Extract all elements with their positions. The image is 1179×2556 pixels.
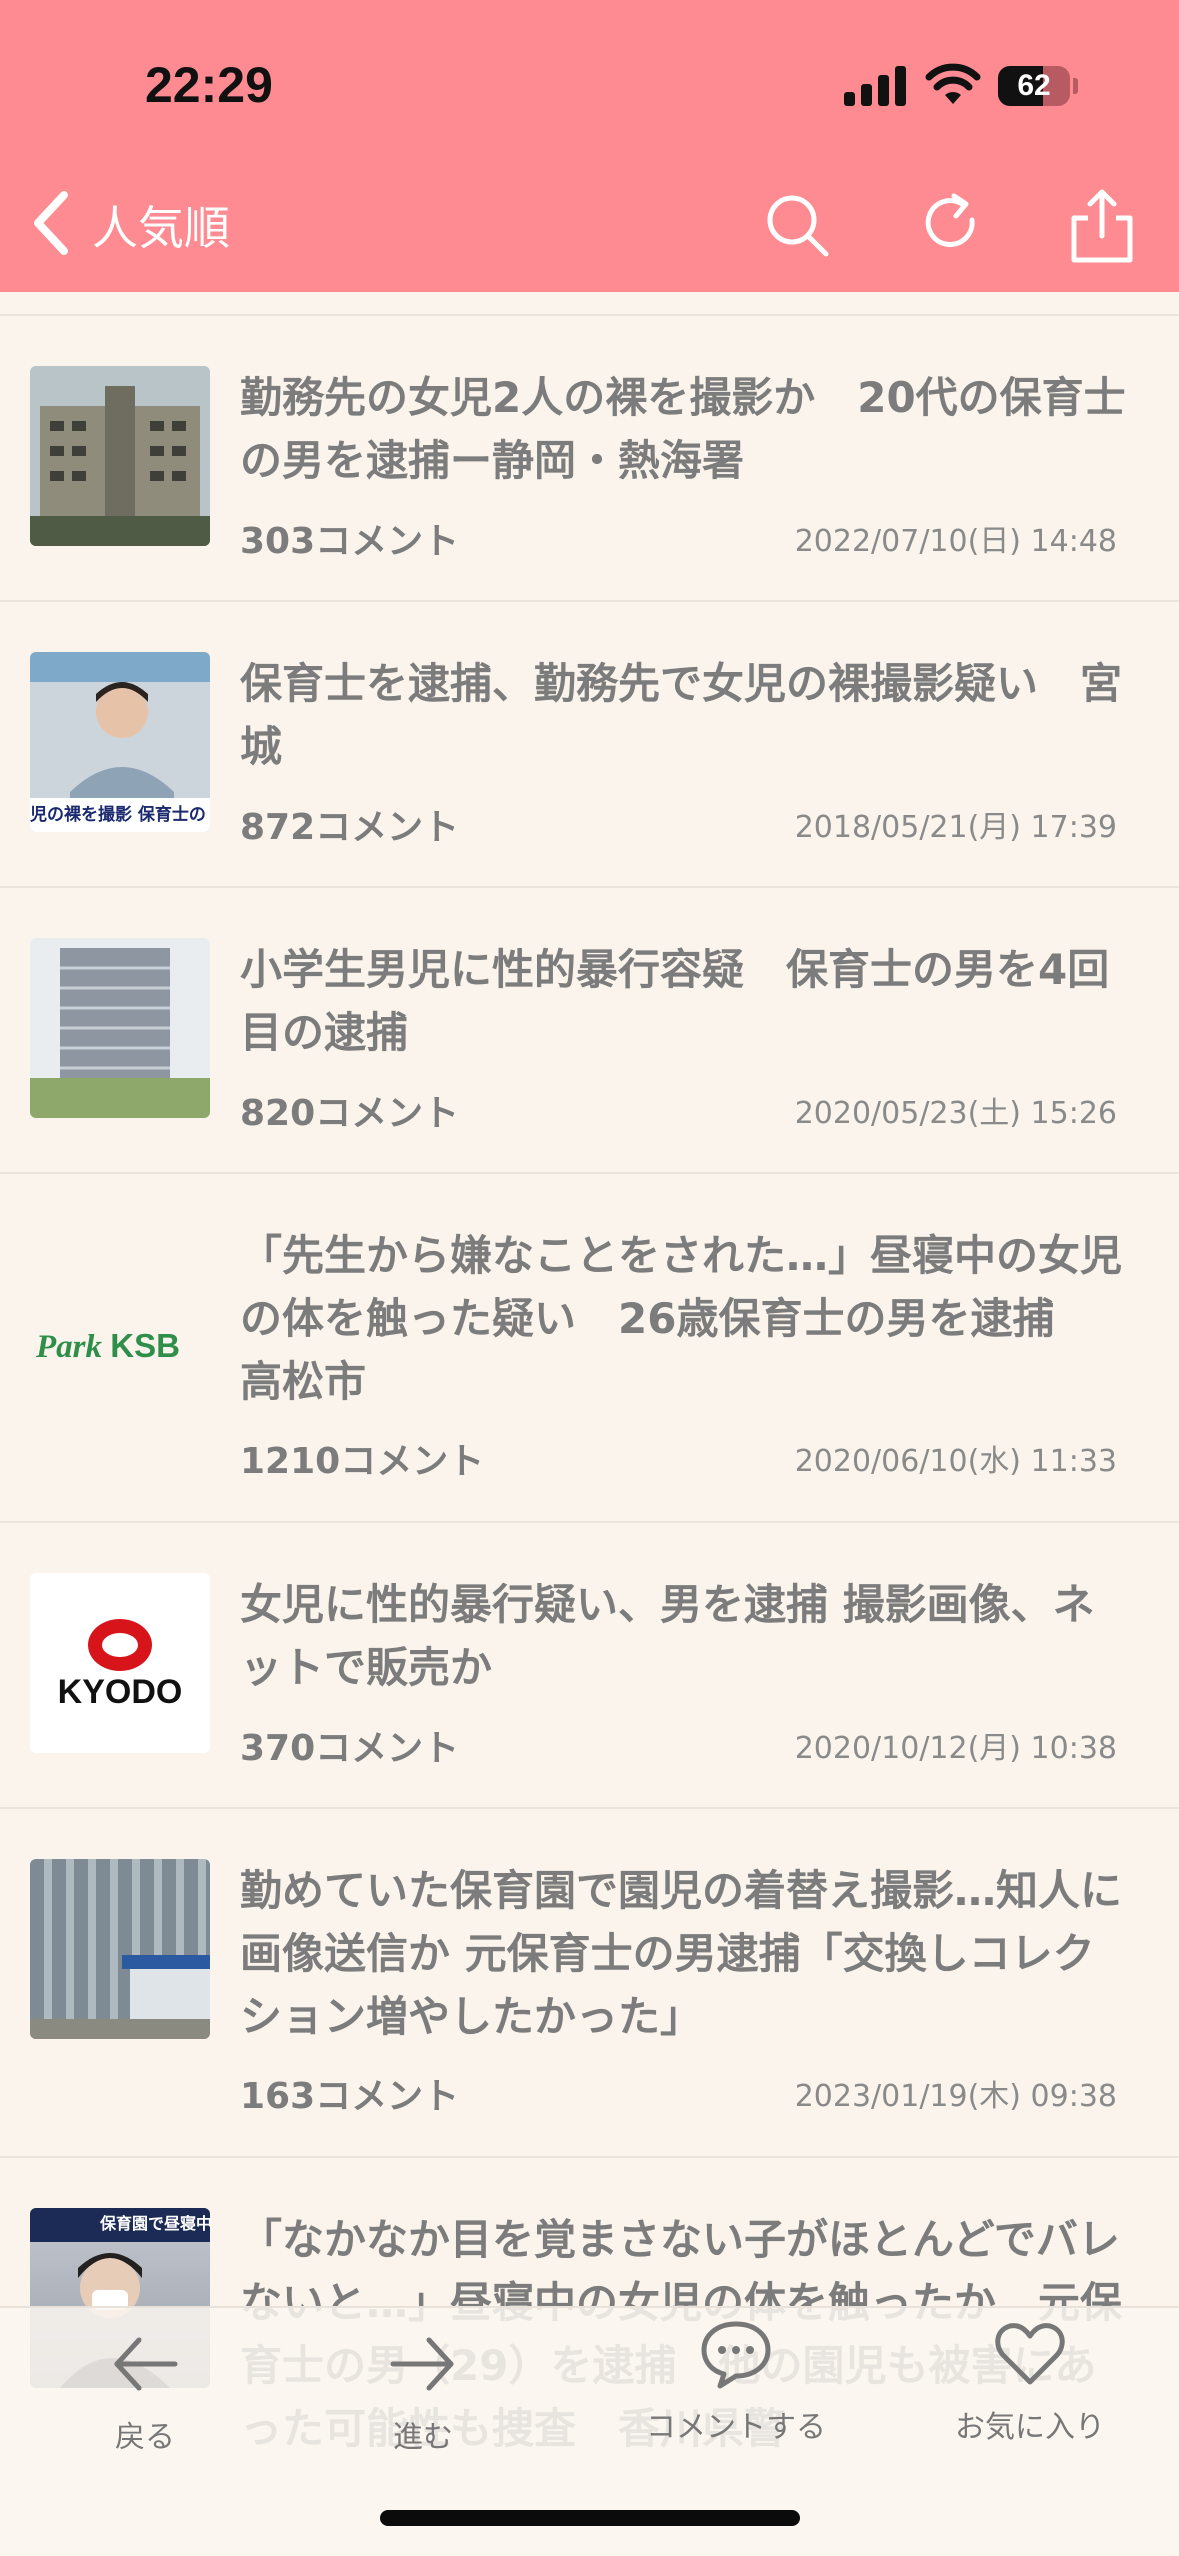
favorite-label: お気に入り: [955, 2410, 1105, 2445]
article-thumbnail: [30, 938, 210, 1118]
list-item[interactable]: 小学生男児に性的暴行容疑 保育士の男を4回目の逮捕 820コメント 2020/0…: [0, 888, 1179, 1174]
comment-label: コメントする: [646, 2410, 826, 2445]
article-title[interactable]: 小学生男児に性的暴行容疑 保育士の男を4回目の逮捕: [240, 938, 1130, 1064]
article-thumbnail: 児の裸を撮影 保育士の: [30, 652, 210, 832]
heart-icon: [995, 2323, 1065, 2385]
list-item[interactable]: Park KSB 「先生から嫌なことをされた…」昼寝中の女児の体を触った疑い 2…: [0, 1174, 1179, 1523]
article-thumbnail: KYODO: [30, 1573, 210, 1753]
battery-tip: [1073, 78, 1078, 94]
article-title[interactable]: 女児に性的暴行疑い、男を逮捕 撮影画像、ネットで販売か: [240, 1573, 1130, 1699]
chevron-left-icon[interactable]: [20, 185, 80, 261]
article-thumbnail: Park KSB: [30, 1259, 210, 1439]
article-title[interactable]: 勤めていた保育園で園児の着替え撮影…知人に画像送信か 元保育士の男逮捕「交換しコ…: [240, 1859, 1130, 2048]
article-title[interactable]: 保育士を逮捕、勤務先で女児の裸撮影疑い 宮城: [240, 652, 1130, 778]
article-thumbnail: [30, 366, 210, 546]
thumbnail-caption: 保育園で昼寝中の女: [100, 2214, 210, 2233]
list-item[interactable]: 勤務先の女児2人の裸を撮影か 20代の保育士の男を逮捕ー静岡・熱海署 303コメ…: [0, 316, 1179, 602]
battery-indicator: 62: [998, 66, 1070, 106]
article-date: 2020/06/10(水) 11:33: [794, 1444, 1117, 1479]
comment-count: 163コメント: [240, 2076, 460, 2117]
logo-text-park: Park: [36, 1329, 102, 1365]
favorite-button[interactable]: お気に入り: [910, 2316, 1150, 2446]
list-item[interactable]: 勤めていた保育園で園児の着替え撮影…知人に画像送信か 元保育士の男逮捕「交換しコ…: [0, 1809, 1179, 2158]
cell-signal-icon: [844, 66, 906, 106]
forward-label: 進む: [393, 2420, 453, 2455]
page-title: 人気順: [92, 201, 230, 255]
article-date: 2018/05/21(月) 17:39: [794, 810, 1117, 845]
arrow-right-icon: [390, 2337, 454, 2391]
share-icon[interactable]: [1064, 186, 1140, 266]
status-time: 22:29: [145, 57, 273, 113]
search-icon[interactable]: [762, 190, 832, 260]
comment-count: 872コメント: [240, 807, 460, 848]
comment-bubble-icon: [701, 2321, 771, 2389]
comment-count: 820コメント: [240, 1093, 460, 1134]
header-bar: 22:29 62 人気順: [0, 0, 1179, 292]
article-date: 2020/10/12(月) 10:38: [794, 1731, 1117, 1766]
article-thumbnail: [30, 1859, 210, 2039]
list-item[interactable]: KYODO 女児に性的暴行疑い、男を逮捕 撮影画像、ネットで販売か 370コメン…: [0, 1523, 1179, 1809]
wifi-icon: [925, 63, 981, 104]
comment-count: 303コメント: [240, 521, 460, 562]
thumbnail-caption: 児の裸を撮影 保育士の: [30, 805, 206, 825]
article-date: 2020/05/23(土) 15:26: [794, 1096, 1117, 1131]
list-item[interactable]: 児の裸を撮影 保育士の 保育士を逮捕、勤務先で女児の裸撮影疑い 宮城 872コメ…: [0, 602, 1179, 888]
battery-percent: 62: [1017, 69, 1051, 102]
comment-count: 370コメント: [240, 1728, 460, 1769]
thumbnail-logo: Park KSB: [36, 1327, 180, 1366]
home-indicator: [380, 2510, 800, 2526]
forward-button[interactable]: 進む: [303, 2326, 543, 2456]
refresh-icon[interactable]: [916, 190, 986, 260]
article-title[interactable]: 勤務先の女児2人の裸を撮影か 20代の保育士の男を逮捕ー静岡・熱海署: [240, 366, 1130, 492]
back-button[interactable]: 戻る: [25, 2326, 265, 2456]
back-label: 戻る: [115, 2420, 175, 2455]
comment-count: 1210コメント: [240, 1441, 485, 1482]
thumbnail-logo-text: KYODO: [57, 1673, 183, 1711]
arrow-left-icon: [114, 2337, 178, 2391]
comment-button[interactable]: コメントする: [616, 2316, 856, 2446]
article-date: 2023/01/19(木) 09:38: [794, 2079, 1117, 2114]
article-title[interactable]: 「先生から嫌なことをされた…」昼寝中の女児の体を触った疑い 26歳保育士の男を逮…: [240, 1224, 1130, 1413]
logo-text-ksb: KSB: [110, 1327, 180, 1364]
article-date: 2022/07/10(日) 14:48: [794, 524, 1117, 559]
article-list: 勤務先の女児2人の裸を撮影か 20代の保育士の男を逮捕ー静岡・熱海署 303コメ…: [0, 314, 1179, 2556]
